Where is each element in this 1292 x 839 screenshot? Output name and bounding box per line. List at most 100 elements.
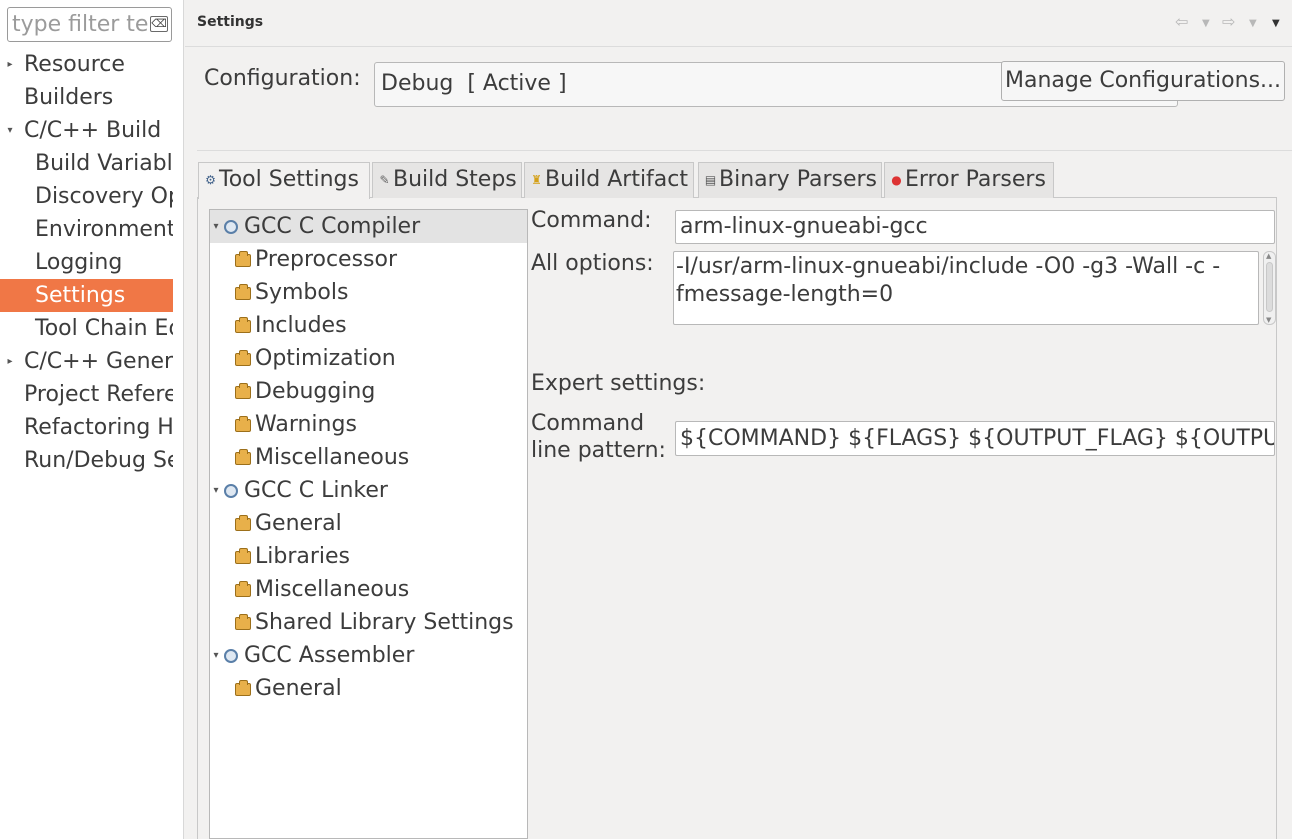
tree-node-label: Miscellaneous <box>255 445 410 470</box>
scrollbar-thumb[interactable] <box>1266 262 1273 312</box>
page-title: Settings <box>197 14 264 30</box>
option-category-icon <box>235 350 251 366</box>
collapsed-triangle-icon[interactable]: ▸ <box>4 345 16 378</box>
nav-item[interactable]: ▸ C/C++ General <box>0 345 173 378</box>
nav-item-label: Tool Chain Editor <box>35 316 173 341</box>
view-menu-chevron-icon[interactable]: ▼ <box>1272 18 1280 29</box>
nav-item[interactable]: ▸ Resource <box>0 48 173 81</box>
expanded-triangle-icon[interactable]: ▾ <box>210 639 222 672</box>
tool-gear-icon <box>224 649 238 663</box>
command-line-pattern-label-line2: line pattern: <box>531 438 666 463</box>
command-field[interactable]: arm-linux-gnueabi-gcc <box>675 210 1275 244</box>
expanded-triangle-icon[interactable]: ▾ <box>210 210 222 243</box>
tree-option-node[interactable]: Includes <box>210 309 527 342</box>
nav-item[interactable]: Run/Debug Settings <box>0 444 173 477</box>
tab-error-parsers[interactable]: ● Error Parsers <box>884 162 1054 198</box>
nav-item[interactable]: Build Variables <box>0 147 173 180</box>
tab-build-artifact[interactable]: ♜ Build Artifact <box>524 162 694 198</box>
nav-item[interactable]: Discovery Options <box>0 180 173 213</box>
tree-option-node[interactable]: General <box>210 507 527 540</box>
back-menu-chevron-icon[interactable]: ▼ <box>1202 18 1210 29</box>
nav-item[interactable]: Refactoring History <box>0 411 173 444</box>
option-category-icon <box>235 680 251 696</box>
option-category-icon <box>235 449 251 465</box>
tab-binary-parsers[interactable]: ▤ Binary Parsers <box>698 162 882 198</box>
all-options-label: All options: <box>531 251 654 276</box>
tree-node-label: Optimization <box>255 346 396 371</box>
tab-build-steps[interactable]: ✎ Build Steps <box>372 162 522 198</box>
forward-menu-chevron-icon[interactable]: ▼ <box>1249 18 1257 29</box>
configuration-selected-value: Debug [ Active ] <box>381 71 567 96</box>
nav-item-label: Environment <box>35 217 173 242</box>
nav-item[interactable]: Project References <box>0 378 173 411</box>
tree-node-label: Symbols <box>255 280 349 305</box>
tree-option-node[interactable]: Miscellaneous <box>210 441 527 474</box>
scroll-up-icon[interactable]: ▲ <box>1266 252 1271 260</box>
tree-option-node[interactable]: Debugging <box>210 375 527 408</box>
filter-input[interactable] <box>12 10 148 39</box>
nav-item[interactable]: ▾ C/C++ Build <box>0 114 173 147</box>
tree-node-label: General <box>255 676 342 701</box>
tab-label: Binary Parsers <box>719 167 877 192</box>
tree-node-label: Warnings <box>255 412 357 437</box>
nav-item-label: Builders <box>24 85 114 110</box>
nav-item[interactable]: Tool Chain Editor <box>0 312 173 345</box>
filter-box: ⌫ <box>7 7 172 42</box>
tree-tool-node[interactable]: ▾ GCC C Linker <box>210 474 527 507</box>
tab-label: Tool Settings <box>219 167 359 192</box>
scroll-down-icon[interactable]: ▼ <box>1266 316 1271 324</box>
nav-item[interactable]: Logging <box>0 246 173 279</box>
option-category-icon <box>235 581 251 597</box>
expanded-triangle-icon[interactable]: ▾ <box>210 474 222 507</box>
option-category-icon <box>235 614 251 630</box>
nav-item-label: Logging <box>35 250 123 275</box>
tree-option-node[interactable]: Warnings <box>210 408 527 441</box>
nav-item-label: Project References <box>24 382 173 407</box>
forward-arrow-icon[interactable]: ⇨ <box>1222 12 1235 31</box>
nav-item[interactable]: Settings <box>0 279 173 312</box>
option-category-icon <box>235 416 251 432</box>
tree-option-node[interactable]: Preprocessor <box>210 243 527 276</box>
tool-gear-icon <box>224 220 238 234</box>
tree-option-node[interactable]: Symbols <box>210 276 527 309</box>
tree-option-node[interactable]: Shared Library Settings <box>210 606 527 639</box>
clear-filter-icon[interactable]: ⌫ <box>150 16 168 32</box>
build-steps-icon: ✎ <box>379 173 390 187</box>
all-options-field[interactable]: -I/usr/arm-linux-gnueabi/include -O0 -g3… <box>673 251 1259 325</box>
tab-tool-settings[interactable]: ⚙ Tool Settings <box>198 162 370 199</box>
expert-settings-label: Expert settings: <box>531 371 706 396</box>
tab-label: Error Parsers <box>905 167 1046 192</box>
command-label: Command: <box>531 208 652 233</box>
build-artifact-icon: ♜ <box>531 173 542 187</box>
tree-option-node[interactable]: Miscellaneous <box>210 573 527 606</box>
tool-settings-tree: ▾ GCC C Compiler Preprocessor Symbols Includ… <box>209 209 528 839</box>
nav-item-label: Refactoring History <box>24 415 173 440</box>
configuration-label: Configuration: <box>204 66 361 91</box>
back-arrow-icon[interactable]: ⇦ <box>1175 12 1188 31</box>
manage-configurations-button[interactable]: Manage Configurations... <box>1001 61 1285 101</box>
expanded-triangle-icon[interactable]: ▾ <box>4 114 16 147</box>
tool-settings-icon: ⚙ <box>205 173 216 187</box>
tree-option-node[interactable]: Libraries <box>210 540 527 573</box>
nav-item-label: Discovery Options <box>35 184 173 209</box>
all-options-scrollbar[interactable]: ▲ ▼ <box>1263 251 1276 325</box>
nav-item-label: Run/Debug Settings <box>24 448 173 473</box>
tree-option-node[interactable]: General <box>210 672 527 705</box>
tree-node-label: Libraries <box>255 544 351 569</box>
tree-tool-node[interactable]: ▾ GCC C Compiler <box>210 210 527 243</box>
tab-label: Build Steps <box>393 167 517 192</box>
nav-item-label: Settings <box>35 283 126 308</box>
tree-tool-node[interactable]: ▾ GCC Assembler <box>210 639 527 672</box>
page-header: Settings ⇦ ▼ ⇨ ▼ ▼ <box>185 0 1292 47</box>
option-category-icon <box>235 284 251 300</box>
nav-item[interactable]: Builders <box>0 81 173 114</box>
divider <box>197 150 1292 151</box>
collapsed-triangle-icon[interactable]: ▸ <box>4 48 16 81</box>
command-line-pattern-field[interactable]: ${COMMAND} ${FLAGS} ${OUTPUT_FLAG} ${OUT… <box>675 421 1275 456</box>
tree-node-label: Preprocessor <box>255 247 398 272</box>
tree-node-label: Shared Library Settings <box>255 610 514 635</box>
nav-item[interactable]: Environment <box>0 213 173 246</box>
tab-label: Build Artifact <box>545 167 688 192</box>
tree-option-node[interactable]: Optimization <box>210 342 527 375</box>
option-category-icon <box>235 317 251 333</box>
